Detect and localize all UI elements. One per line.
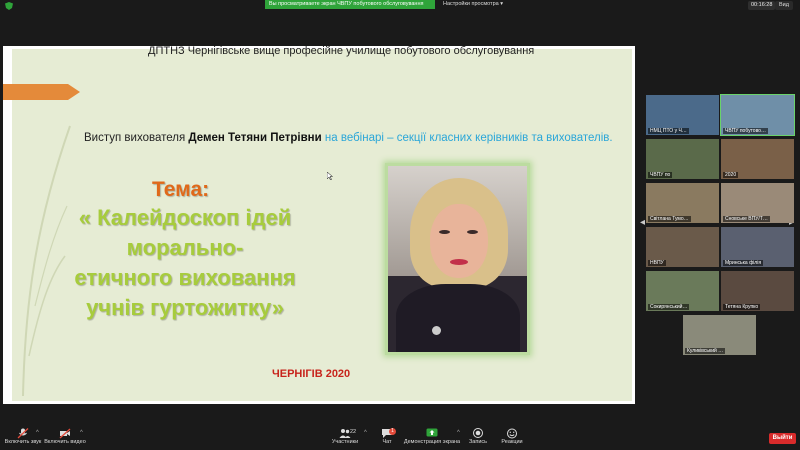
participant-tile[interactable]: 2020: [721, 139, 794, 179]
participant-tile[interactable]: Світлана Тумо…: [646, 183, 719, 223]
share-options-caret[interactable]: ^: [457, 430, 460, 436]
record-icon: [473, 428, 483, 438]
share-screen-button[interactable]: Демонстрация экрана: [403, 428, 461, 445]
participants-count: 22: [350, 429, 357, 435]
theme-colon: :: [202, 178, 210, 201]
leave-meeting-button[interactable]: Выйти: [769, 433, 796, 444]
participant-tile[interactable]: ЧВПУ побутово…: [720, 94, 795, 136]
meeting-timer: 00:16:28: [748, 1, 776, 10]
participant-tile[interactable]: Тетяна Крупко: [721, 271, 794, 311]
view-button-label: Вид: [779, 2, 789, 8]
theme-label-text: Тема: [152, 178, 203, 201]
record-label: Запись: [468, 439, 488, 445]
participant-tile[interactable]: ЧВПУ по: [646, 139, 719, 179]
speech-prefix: Виступ вихователя: [84, 132, 189, 144]
participant-name: ЧВПУ по: [648, 172, 673, 178]
share-screen-icon: [426, 428, 438, 437]
theme-title: « Калейдоскоп ідей морально- етичного ви…: [40, 203, 330, 323]
view-button[interactable]: Вид: [775, 1, 793, 10]
participants-options-caret[interactable]: ^: [364, 430, 367, 436]
participant-name: Куликівський …: [685, 348, 726, 354]
chevron-down-icon: ▾: [500, 1, 503, 7]
shield-icon[interactable]: [5, 2, 13, 10]
mic-muted-icon: [17, 428, 29, 439]
theme-line: етичного виховання: [74, 265, 296, 290]
unmute-label: Включить звук: [4, 439, 42, 445]
participant-tile[interactable]: НМЦ ПТО у Ч…: [646, 95, 719, 135]
participant-tile[interactable]: Мринська філія: [721, 227, 794, 267]
camera-off-icon: [59, 428, 71, 439]
gallery-prev-arrow[interactable]: ◂: [640, 217, 645, 228]
participant-tile[interactable]: Куликівський …: [683, 315, 756, 355]
participant-name: Мринська філія: [723, 260, 764, 266]
speech-text: Виступ вихователя Демен Тетяни Петрівни …: [84, 130, 624, 146]
participants-label: Участники: [331, 439, 359, 445]
speaker-name: Демен Тетяни Петрівни: [188, 132, 322, 144]
mouse-cursor-icon: [327, 172, 333, 180]
view-options-menu[interactable]: Настройки просмотра ▾: [443, 0, 503, 9]
view-options-label: Настройки просмотра: [443, 1, 499, 7]
theme-label: Тема:: [152, 178, 209, 202]
participant-name: НМЦ ПТО у Ч…: [648, 128, 689, 134]
chat-unread-badge: 1: [389, 428, 396, 435]
smiley-icon: [507, 428, 517, 439]
theme-line: морально-: [126, 235, 244, 260]
participant-name: Тетяна Крупко: [723, 304, 761, 310]
meeting-top-bar: Вы просматриваете экран ЧВПУ побутового …: [0, 0, 800, 12]
orange-arrow-shape: [3, 84, 80, 100]
chat-button[interactable]: Чат 1: [378, 428, 396, 445]
meeting-controls-bar: Включить звук ^ Включить видео ^ Участни…: [0, 426, 800, 450]
city-year: ЧЕРНІГІВ 2020: [272, 368, 351, 380]
reactions-label: Реакции: [501, 439, 523, 445]
participant-name: НВПУ: [648, 260, 666, 266]
audio-options-caret[interactable]: ^: [36, 430, 39, 436]
speech-suffix: на вебінарі – секції класних керівників …: [321, 132, 613, 144]
video-options-caret[interactable]: ^: [80, 430, 83, 436]
participant-tile[interactable]: НВПУ: [646, 227, 719, 267]
speaker-photo: [388, 166, 527, 352]
theme-line: « Калейдоскоп ідей: [78, 205, 292, 230]
participant-name: Сновське ВПУ/Т…: [723, 216, 770, 222]
theme-line: учнів гуртожитку»: [86, 295, 284, 320]
screen-share-banner: Вы просматриваете экран ЧВПУ побутового …: [265, 0, 435, 9]
participant-name: ЧВПУ побутово…: [723, 128, 768, 134]
participant-tile[interactable]: Сновське ВПУ/Т…: [721, 183, 794, 223]
reactions-button[interactable]: Реакции: [500, 428, 524, 445]
participant-tile[interactable]: Сокирянський…: [646, 271, 719, 311]
chat-label: Чат: [382, 439, 392, 445]
participant-name: 2020: [723, 172, 739, 178]
slide-header: ДПТНЗ Чернігівське вище професійне учили…: [148, 45, 535, 57]
participant-name: Світлана Тумо…: [648, 216, 691, 222]
share-screen-label: Демонстрация экрана: [403, 439, 461, 445]
record-button[interactable]: Запись: [467, 428, 489, 445]
participant-name: Сокирянський…: [648, 304, 690, 310]
start-video-label: Включить видео: [44, 439, 86, 445]
